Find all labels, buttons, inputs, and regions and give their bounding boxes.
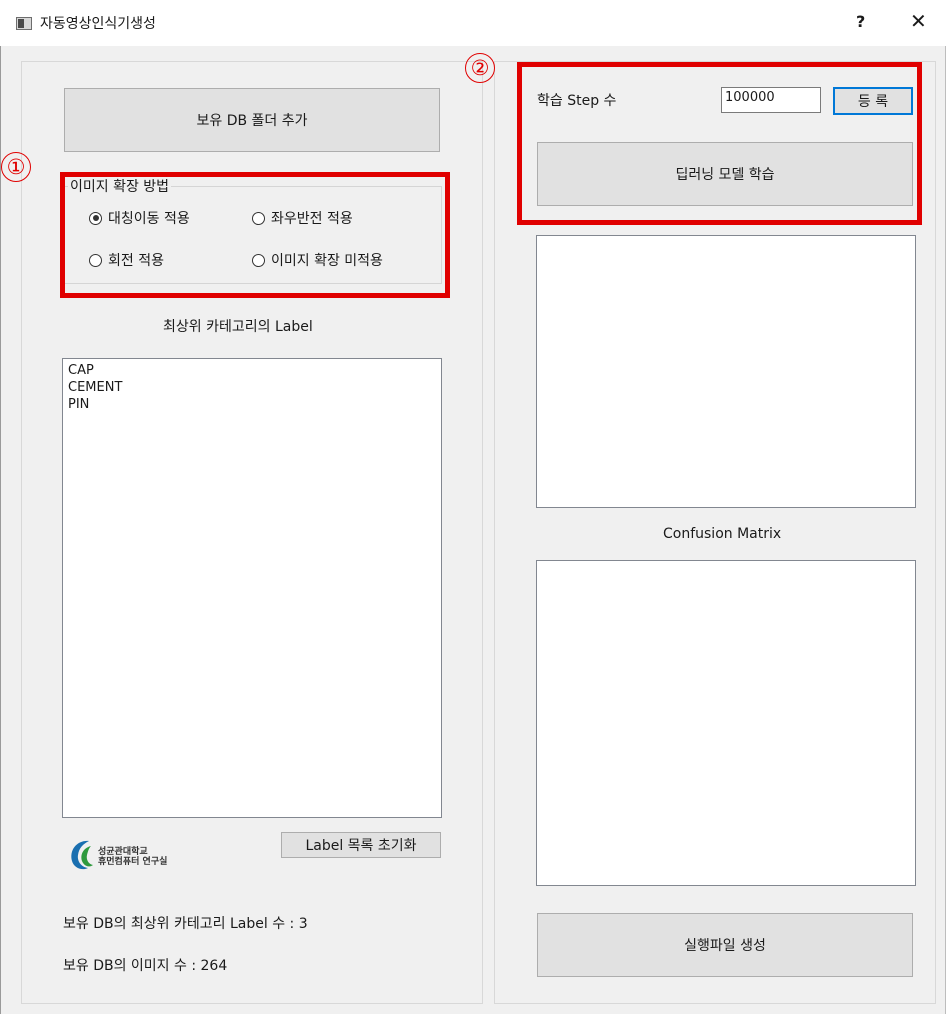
build-executable-button[interactable]: 실행파일 생성 [537, 913, 913, 977]
university-logo-icon [71, 840, 93, 870]
confusion-matrix-picture [536, 560, 916, 886]
confusion-matrix-caption: Confusion Matrix [663, 526, 782, 542]
reset-label-list-button[interactable]: Label 목록 초기화 [281, 832, 441, 858]
window-title: 자동영상인식기생성 [40, 16, 156, 32]
title-bar: 자동영상인식기생성 ? ✕ [0, 0, 948, 46]
annotation-marker-1: ① [1, 152, 31, 182]
help-button[interactable]: ? [856, 12, 865, 31]
annotation-box-2 [517, 62, 922, 225]
training-result-picture [536, 235, 916, 508]
close-button[interactable]: ✕ [910, 9, 927, 33]
university-logo-text: 성균관대학교 휴먼컴퓨터 연구실 [98, 847, 168, 867]
list-item[interactable]: CEMENT [68, 379, 436, 396]
annotation-marker-2: ② [465, 53, 495, 83]
label-listbox[interactable]: CAP CEMENT PIN [62, 358, 442, 818]
image-count-text: 보유 DB의 이미지 수 : 264 [63, 958, 228, 974]
top-category-caption: 최상위 카테고리의 Label [163, 319, 313, 335]
label-count-text: 보유 DB의 최상위 카테고리 Label 수 : 3 [63, 916, 308, 932]
add-db-folder-button[interactable]: 보유 DB 폴더 추가 [64, 88, 440, 152]
list-item[interactable]: CAP [68, 362, 436, 379]
list-item[interactable]: PIN [68, 396, 436, 413]
annotation-box-1 [60, 172, 450, 298]
app-window-icon [16, 17, 32, 30]
